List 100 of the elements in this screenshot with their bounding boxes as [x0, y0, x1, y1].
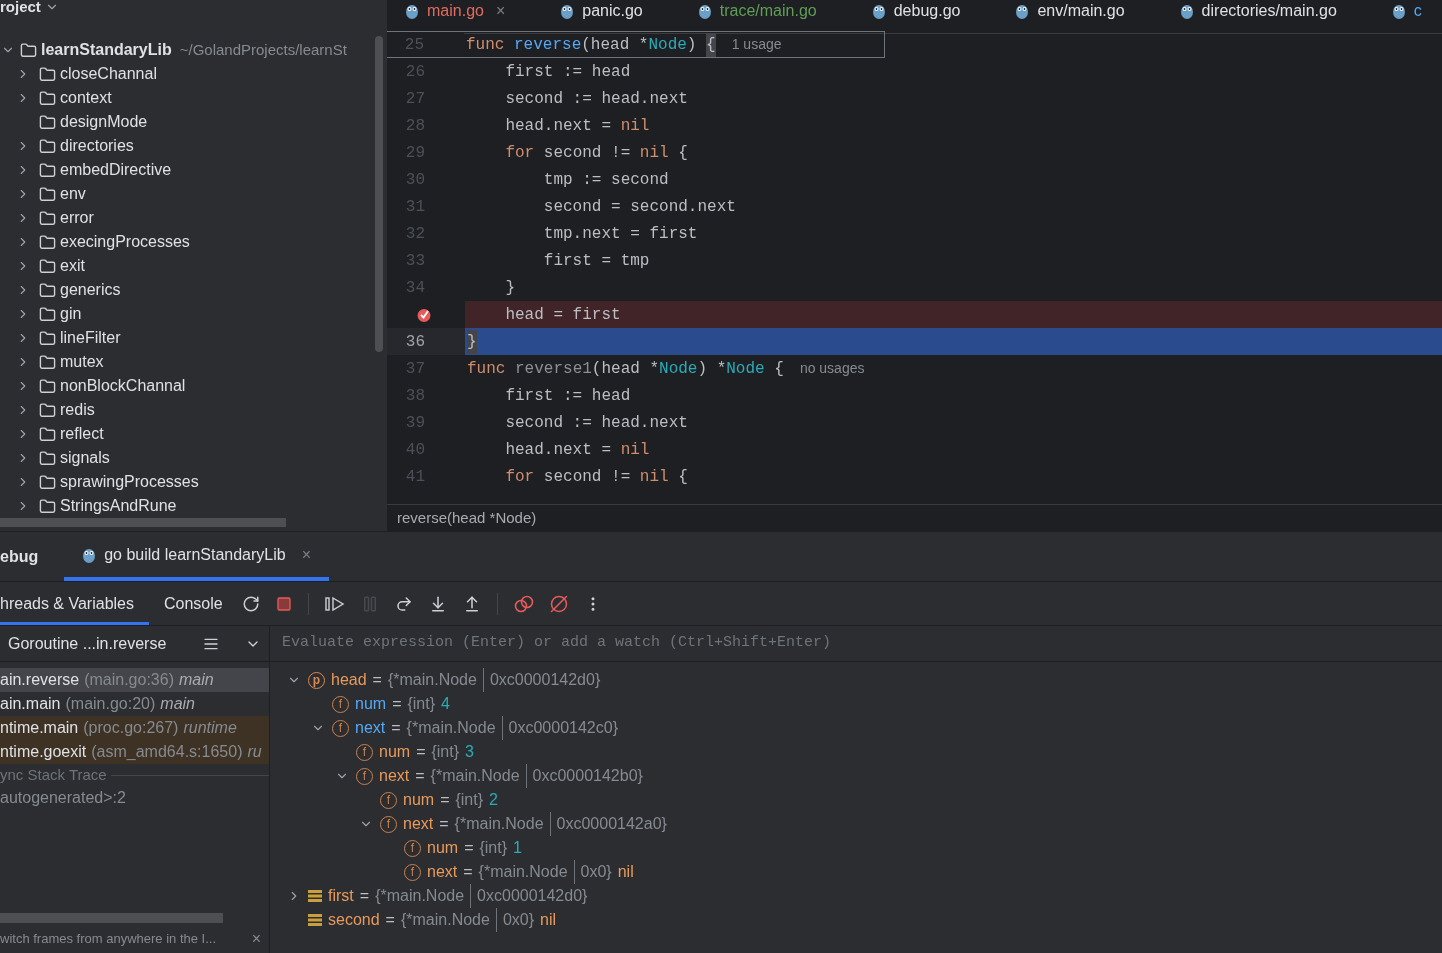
- debug-tab[interactable]: Console: [149, 582, 238, 625]
- code-line: tmp := second: [542, 169, 670, 191]
- tree-item[interactable]: mutex: [0, 350, 387, 374]
- tree-item[interactable]: designMode: [0, 110, 387, 134]
- gopher-icon: [1391, 3, 1406, 19]
- step-over-icon[interactable]: [394, 594, 413, 613]
- folder-icon: [39, 257, 56, 275]
- variable-address: 0xc0000142d0}: [482, 668, 601, 692]
- tree-item[interactable]: signals: [0, 446, 387, 470]
- folder-icon: [39, 137, 56, 155]
- equals-sign: =: [439, 814, 449, 834]
- tree-item[interactable]: StringsAndRune: [0, 494, 387, 518]
- folder-icon: [39, 281, 56, 299]
- inlay-hint[interactable]: 1 usage: [731, 34, 782, 55]
- tree-item[interactable]: reflect: [0, 422, 387, 446]
- file-tab[interactable]: env/main.go: [1015, 0, 1125, 22]
- file-tab[interactable]: trace/main.go: [697, 0, 817, 22]
- folder-icon: [39, 473, 56, 491]
- scrollbar[interactable]: [0, 518, 286, 527]
- variable-name: num: [427, 838, 459, 858]
- close-icon[interactable]: ×: [495, 0, 506, 23]
- variable-type: {*main.Node: [400, 910, 490, 930]
- resume-icon[interactable]: [324, 595, 345, 612]
- equals-sign: =: [415, 766, 425, 786]
- scrollbar[interactable]: [0, 913, 223, 923]
- stack-frame[interactable]: ntime.goexit (asm_amd64.s:1650) ru: [0, 740, 269, 764]
- stack-frame[interactable]: ntime.main (proc.go:267) runtime: [0, 716, 269, 740]
- close-icon[interactable]: ×: [301, 542, 312, 567]
- code-line: first := head: [504, 385, 632, 407]
- gopher-icon: [82, 546, 97, 563]
- code-line: second := head.next: [504, 88, 689, 110]
- tree-item[interactable]: generics: [0, 278, 387, 302]
- file-tab[interactable]: directories/main.go: [1179, 0, 1337, 22]
- file-tab[interactable]: main.go ×: [405, 0, 506, 22]
- variable-name: head: [331, 670, 367, 690]
- variable-name: next: [403, 814, 434, 834]
- tree-item[interactable]: exit: [0, 254, 387, 278]
- stop-icon[interactable]: [275, 595, 292, 612]
- gopher-icon: [1179, 3, 1194, 19]
- equals-sign: =: [385, 910, 395, 930]
- variable-name: num: [379, 742, 411, 762]
- folder-icon: [39, 497, 56, 515]
- stack-frame[interactable]: ain.reverse (main.go:36) main: [0, 668, 269, 692]
- variable-value: 4: [441, 694, 450, 714]
- tree-item[interactable]: context: [0, 86, 387, 110]
- folder-icon: [39, 305, 56, 323]
- tree-item[interactable]: redis: [0, 398, 387, 422]
- variable-value: nil: [617, 862, 634, 882]
- debug-tab[interactable]: hreads & Variables: [0, 582, 149, 625]
- close-icon[interactable]: ×: [251, 927, 261, 951]
- tree-item[interactable]: gin: [0, 302, 387, 326]
- breakpoint-icon[interactable]: [416, 306, 432, 323]
- variable-name: num: [403, 790, 435, 810]
- code-line: first := head: [504, 61, 632, 83]
- folder-icon: [39, 113, 56, 131]
- tree-item[interactable]: error: [0, 206, 387, 230]
- variable-name: first: [328, 886, 354, 906]
- variable-value: 1: [513, 838, 522, 858]
- folder-icon: [39, 209, 56, 227]
- section-label: ync Stack Trace: [0, 764, 107, 785]
- breakpoints-icon[interactable]: [513, 594, 534, 613]
- scrollbar[interactable]: [375, 36, 383, 352]
- tree-item[interactable]: directories: [0, 134, 387, 158]
- variable-value: 3: [465, 742, 474, 762]
- tree-item[interactable]: embedDirective: [0, 158, 387, 182]
- variable-value: nil: [540, 910, 557, 930]
- file-tab[interactable]: panic.go: [560, 0, 643, 22]
- gopher-icon: [697, 3, 712, 19]
- tree-item[interactable]: learnStandaryLib ~/GolandProjects/learnSt: [0, 38, 387, 62]
- code-line: second = second.next: [542, 196, 737, 218]
- mute-breakpoints-icon[interactable]: [549, 594, 568, 613]
- tree-item[interactable]: lineFilter: [0, 326, 387, 350]
- code-line: head.next = nil: [504, 439, 651, 461]
- evaluate-field[interactable]: Evaluate expression (Enter) or add a watch (Ctrl+Shift+Enter): [282, 632, 1442, 655]
- folder-icon: [39, 329, 56, 347]
- variable-value: 2: [489, 790, 498, 810]
- tree-item[interactable]: nonBlockChannal: [0, 374, 387, 398]
- folder-icon: [20, 41, 37, 59]
- session-tab[interactable]: go build learnStandaryLib ×: [64, 532, 330, 581]
- code-line: func reverse(head *Node) { 1 usage: [464, 32, 884, 57]
- variable-name: next: [355, 718, 386, 738]
- goroutine-selector[interactable]: Goroutine ...in.reverse: [0, 631, 167, 656]
- code-line: for second != nil {: [504, 142, 689, 164]
- rerun-icon[interactable]: [241, 594, 260, 613]
- line-number: 36: [405, 331, 425, 353]
- tree-item[interactable]: env: [0, 182, 387, 206]
- folder-icon: [39, 185, 56, 203]
- stack-frame[interactable]: autogenerated>:2: [0, 786, 269, 810]
- tree-item[interactable]: execingProcesses: [0, 230, 387, 254]
- tree-item[interactable]: closeChannal: [0, 62, 387, 86]
- folder-icon: [39, 401, 56, 419]
- variable-address: 0xc0000142c0}: [501, 716, 618, 740]
- tree-item[interactable]: sprawingProcesses: [0, 470, 387, 494]
- panel-title: ebug: [0, 546, 39, 567]
- inlay-hint[interactable]: no usages: [799, 358, 865, 379]
- breadcrumb[interactable]: reverse(head *Node): [397, 506, 537, 530]
- stack-frame[interactable]: ain.main (main.go:20) main: [0, 692, 269, 716]
- file-tab[interactable]: debug.go: [871, 0, 961, 22]
- file-tab[interactable]: c: [1391, 0, 1422, 22]
- variable-type: {*main.Node: [406, 718, 496, 738]
